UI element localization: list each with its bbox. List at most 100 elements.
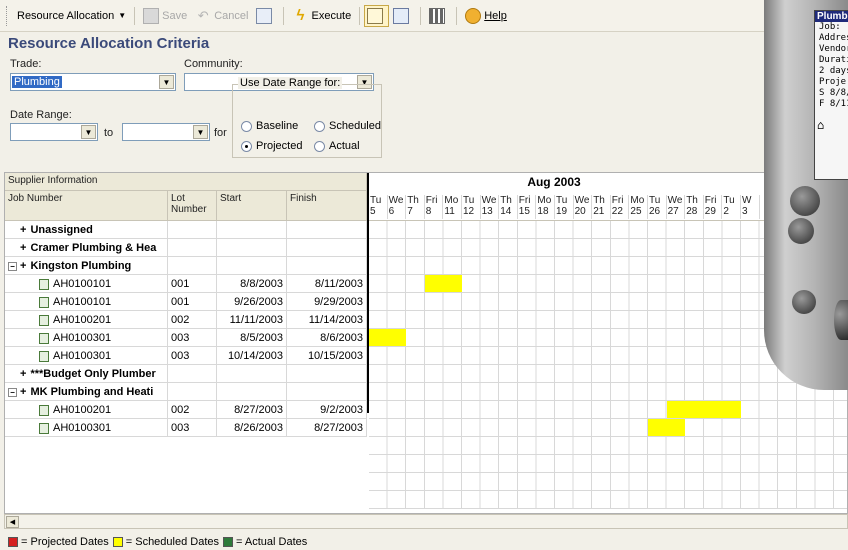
start-date-cell[interactable]: 8/8/2003 bbox=[217, 275, 287, 293]
gantt-row bbox=[369, 455, 847, 473]
day-header: Fri 29 bbox=[704, 195, 723, 219]
toolbar-grip[interactable] bbox=[6, 5, 9, 26]
supplier-group-row[interactable]: − + MK Plumbing and Heati bbox=[5, 383, 168, 401]
refresh-icon bbox=[256, 7, 273, 24]
radio-actual[interactable]: Actual bbox=[314, 140, 360, 152]
start-date-cell[interactable]: 8/27/2003 bbox=[217, 401, 287, 419]
finish-date-cell-text: 10/15/2003 bbox=[307, 350, 363, 362]
column-header-start[interactable]: Start bbox=[217, 191, 287, 221]
home-icon[interactable]: ⌂ bbox=[815, 119, 848, 131]
radio-button[interactable] bbox=[241, 120, 252, 132]
expand-icon[interactable] bbox=[8, 370, 17, 379]
gantt-divider[interactable] bbox=[367, 173, 369, 413]
plus-icon[interactable]: + bbox=[20, 224, 26, 236]
plus-icon[interactable]: + bbox=[20, 242, 26, 254]
lot-number-cell[interactable]: 002 bbox=[168, 311, 217, 329]
refresh-button[interactable] bbox=[252, 5, 279, 27]
chevron-down-icon[interactable]: ▼ bbox=[81, 125, 96, 139]
lot-number-cell[interactable]: 001 bbox=[168, 275, 217, 293]
handheld-line: Duratio bbox=[819, 55, 848, 65]
handheld-home-button[interactable] bbox=[790, 186, 820, 216]
gantt-bar[interactable] bbox=[424, 275, 462, 292]
column-header-finish[interactable]: Finish bbox=[287, 191, 367, 221]
job-number-cell[interactable]: AH0100101 bbox=[5, 275, 168, 293]
finish-date-cell[interactable]: 10/15/2003 bbox=[287, 347, 367, 365]
radio-scheduled[interactable]: Scheduled bbox=[314, 120, 381, 132]
job-number-cell-text: AH0100301 bbox=[53, 350, 112, 362]
start-date-cell[interactable]: 11/11/2003 bbox=[217, 311, 287, 329]
date-to-picker[interactable]: ▼ bbox=[122, 123, 210, 141]
community-label: Community: bbox=[184, 58, 243, 70]
lot-number-cell[interactable]: 003 bbox=[168, 329, 217, 347]
projected-swatch bbox=[8, 537, 18, 547]
plus-icon[interactable]: + bbox=[20, 260, 26, 272]
radio-baseline[interactable]: Baseline bbox=[241, 120, 298, 132]
job-number-cell[interactable]: AH0100201 bbox=[5, 311, 168, 329]
cancel-button[interactable]: ↶ Cancel bbox=[191, 5, 252, 27]
supplier-group-row[interactable]: + Unassigned bbox=[5, 221, 168, 239]
finish-date-cell[interactable]: 8/6/2003 bbox=[287, 329, 367, 347]
date-from-picker[interactable]: ▼ bbox=[10, 123, 98, 141]
start-date-cell[interactable]: 8/26/2003 bbox=[217, 419, 287, 437]
lot-number-cell[interactable]: 003 bbox=[168, 347, 217, 365]
plus-icon[interactable]: + bbox=[20, 386, 26, 398]
chevron-down-icon[interactable]: ▼ bbox=[159, 75, 174, 89]
list-view-button[interactable] bbox=[389, 5, 416, 27]
radio-button[interactable] bbox=[314, 140, 325, 152]
column-header-job[interactable]: Job Number bbox=[5, 191, 168, 221]
job-number-cell[interactable]: AH0100301 bbox=[5, 329, 168, 347]
lot-number-cell[interactable]: 003 bbox=[168, 419, 217, 437]
gantt-bar[interactable] bbox=[666, 401, 741, 418]
radio-projected[interactable]: Projected bbox=[241, 140, 302, 152]
handheld-scroll-button[interactable] bbox=[834, 300, 848, 340]
supplier-group-row[interactable]: + ***Budget Only Plumber bbox=[5, 365, 168, 383]
expand-icon[interactable] bbox=[8, 226, 17, 235]
criteria-title: Resource Allocation Criteria bbox=[8, 35, 210, 52]
start-date-cell[interactable]: 10/14/2003 bbox=[217, 347, 287, 365]
horizontal-scrollbar[interactable]: ◀ bbox=[4, 514, 848, 529]
radio-button[interactable] bbox=[314, 120, 325, 132]
expand-icon[interactable] bbox=[8, 244, 17, 253]
scroll-left-button[interactable]: ◀ bbox=[6, 516, 19, 528]
collapse-icon[interactable]: − bbox=[8, 261, 17, 271]
resource-allocation-menu[interactable]: Resource Allocation ▼ bbox=[13, 5, 130, 27]
execute-button[interactable]: ϟ Execute bbox=[288, 5, 355, 27]
trade-value: Plumbing bbox=[12, 76, 62, 88]
columns-button[interactable] bbox=[425, 5, 452, 27]
gantt-bar[interactable] bbox=[648, 419, 686, 436]
finish-date-cell[interactable]: 9/29/2003 bbox=[287, 293, 367, 311]
save-button[interactable]: Save bbox=[139, 5, 191, 27]
finish-date-cell[interactable]: 8/27/2003 bbox=[287, 419, 367, 437]
supplier-info-header: Supplier Information bbox=[5, 173, 367, 191]
gantt-row bbox=[369, 491, 847, 509]
help-button[interactable]: Help bbox=[461, 5, 511, 27]
empty-cell bbox=[217, 383, 287, 401]
handheld-menu-button[interactable] bbox=[788, 218, 814, 244]
column-header-lot[interactable]: Lot Number bbox=[168, 191, 217, 221]
gantt-bar[interactable] bbox=[369, 329, 407, 346]
plus-icon[interactable]: + bbox=[20, 368, 26, 380]
collapse-icon[interactable]: − bbox=[8, 387, 17, 397]
job-number-cell[interactable]: AH0100101 bbox=[5, 293, 168, 311]
lot-number-cell[interactable]: 001 bbox=[168, 293, 217, 311]
finish-date-cell[interactable]: 8/11/2003 bbox=[287, 275, 367, 293]
finish-date-cell[interactable]: 11/14/2003 bbox=[287, 311, 367, 329]
start-date-cell[interactable]: 9/26/2003 bbox=[217, 293, 287, 311]
legend: = Projected Dates = Scheduled Dates = Ac… bbox=[4, 534, 307, 550]
criteria-view-button[interactable] bbox=[364, 4, 390, 27]
handheld-app-button[interactable] bbox=[792, 290, 816, 314]
job-number-cell[interactable]: AH0100201 bbox=[5, 401, 168, 419]
radio-button[interactable] bbox=[241, 140, 252, 152]
supplier-group-row[interactable]: + Cramer Plumbing & Hea bbox=[5, 239, 168, 257]
finish-date-cell[interactable]: 9/2/2003 bbox=[287, 401, 367, 419]
day-header: We 20 bbox=[574, 195, 593, 219]
lot-number-cell-text: 001 bbox=[171, 278, 190, 290]
start-date-cell[interactable]: 8/5/2003 bbox=[217, 329, 287, 347]
trade-select[interactable]: Plumbing ▼ bbox=[10, 73, 176, 91]
supplier-group-row[interactable]: − + Kingston Plumbing bbox=[5, 257, 168, 275]
job-number-cell[interactable]: AH0100301 bbox=[5, 419, 168, 437]
job-number-cell[interactable]: AH0100301 bbox=[5, 347, 168, 365]
scheduled-swatch bbox=[112, 537, 123, 547]
lot-number-cell[interactable]: 002 bbox=[168, 401, 217, 419]
chevron-down-icon[interactable]: ▼ bbox=[193, 125, 208, 139]
